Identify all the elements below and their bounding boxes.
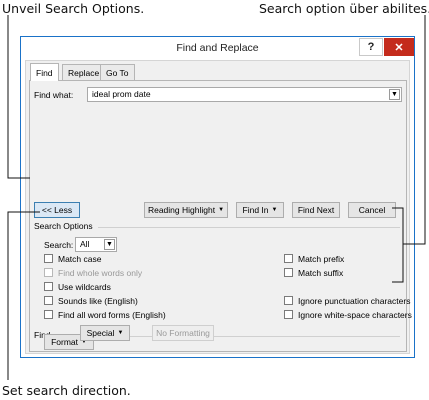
caret-down-icon: ▼: [117, 330, 124, 336]
cancel-label: Cancel: [358, 205, 386, 215]
caret-down-icon: ▼: [218, 207, 225, 213]
reading-highlight-button[interactable]: Reading Highlight ▼: [144, 202, 228, 218]
find-next-label: Find Next: [297, 205, 335, 215]
reading-highlight-label: Reading Highlight: [147, 205, 216, 215]
no-formatting-button[interactable]: No Formatting: [152, 325, 214, 341]
word-forms-label: Find all word forms (English): [58, 310, 166, 320]
dialog-titlebar[interactable]: Find and Replace ? ✕: [21, 37, 414, 59]
match-prefix-label: Match prefix: [298, 254, 345, 264]
callout-unveil-search-options: Unveil Search Options.: [2, 1, 145, 16]
less-button-label: << Less: [41, 205, 73, 215]
ignore-whitespace-label: Ignore white-space characters: [298, 310, 412, 320]
callout-set-search-direction: Set search direction.: [2, 383, 131, 398]
search-direction-label: Search:: [44, 240, 74, 250]
tab-replace[interactable]: Replace: [62, 64, 106, 80]
special-button[interactable]: Special ▼: [80, 325, 130, 341]
wildcards-label: Use wildcards: [58, 282, 111, 292]
dialog-title: Find and Replace: [176, 42, 259, 54]
match-case-label: Match case: [58, 254, 102, 264]
whole-words-label: Find whole words only: [58, 268, 143, 278]
search-options-heading: Search Options: [34, 221, 93, 231]
sounds-like-label: Sounds like (English): [58, 296, 138, 306]
less-button[interactable]: << Less: [34, 202, 80, 218]
find-replace-dialog: Find and Replace ? ✕ Find Replace Go To …: [20, 36, 415, 358]
help-button[interactable]: ?: [359, 38, 383, 56]
cancel-button[interactable]: Cancel: [348, 202, 396, 218]
tab-find[interactable]: Find: [30, 63, 59, 81]
no-formatting-label: No Formatting: [156, 328, 210, 338]
search-direction-select[interactable]: All ▼: [75, 237, 117, 252]
search-direction-value: All: [80, 239, 90, 249]
ignore-punctuation-checkbox[interactable]: [284, 296, 293, 305]
chevron-down-icon[interactable]: ▼: [104, 239, 115, 250]
ignore-punctuation-label: Ignore punctuation characters: [298, 296, 411, 306]
match-case-checkbox[interactable]: [44, 254, 53, 263]
find-what-label: Find what:: [34, 90, 74, 100]
tab-go-to[interactable]: Go To: [100, 64, 135, 80]
find-next-button[interactable]: Find Next: [292, 202, 340, 218]
find-tab-panel: Find what: ideal prom date ▼ << Less Rea…: [29, 80, 412, 352]
dialog-body: Find Replace Go To Find what: ideal prom…: [25, 60, 412, 354]
find-in-label: Find In: [242, 205, 269, 215]
divider: [98, 227, 400, 228]
sounds-like-checkbox[interactable]: [44, 296, 53, 305]
find-in-button[interactable]: Find In ▼: [236, 202, 284, 218]
chevron-down-icon[interactable]: ▼: [389, 89, 400, 100]
whole-words-checkbox[interactable]: [44, 268, 53, 277]
word-forms-checkbox[interactable]: [44, 310, 53, 319]
find-what-value: ideal prom date: [92, 89, 151, 99]
ignore-whitespace-checkbox[interactable]: [284, 310, 293, 319]
callout-search-option-abilities: Search option über abilites.: [259, 1, 429, 16]
close-button[interactable]: ✕: [384, 38, 414, 56]
match-suffix-label: Match suffix: [298, 268, 344, 278]
match-prefix-checkbox[interactable]: [284, 254, 293, 263]
wildcards-checkbox[interactable]: [44, 282, 53, 291]
match-suffix-checkbox[interactable]: [284, 268, 293, 277]
format-label: Format: [51, 337, 78, 347]
special-label: Special: [86, 328, 115, 338]
find-what-field[interactable]: ideal prom date ▼: [87, 87, 402, 102]
caret-down-icon: ▼: [271, 207, 278, 213]
